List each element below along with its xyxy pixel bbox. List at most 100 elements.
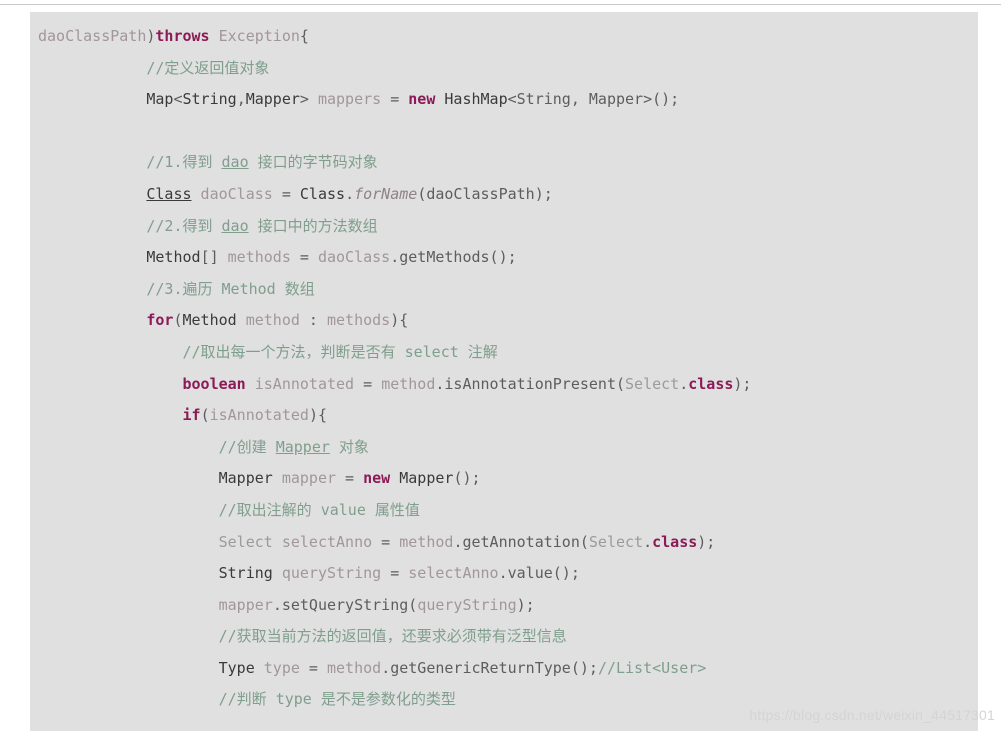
code-line: //3.遍历 Method 数组 xyxy=(30,274,978,306)
code-token: { xyxy=(299,27,309,45)
code-token: queryString xyxy=(417,595,517,614)
code-token: .getGenericReturnType(); xyxy=(381,658,598,677)
code-line: //创建 Mapper 对象 xyxy=(30,432,978,464)
code-token: dao xyxy=(221,216,249,235)
code-token: //取出注解的 value 属性值 xyxy=(218,500,420,519)
code-token: //1.得到 xyxy=(146,153,222,172)
code-token: . xyxy=(345,184,355,203)
code-token: <String, Mapper>(); xyxy=(507,90,680,109)
code-token: forName xyxy=(354,184,418,203)
code-token: Type xyxy=(218,658,255,677)
code-token: //获取当前方法的返回值，还要求必须带有泛型信息 xyxy=(218,627,567,646)
code-token: //取出每一个方法，判断是否有 select 注解 xyxy=(182,342,498,361)
code-token: .getMethods(); xyxy=(390,248,517,267)
code-token: ); xyxy=(516,595,535,614)
code-token: ( xyxy=(173,311,183,330)
code-token: ( xyxy=(200,406,210,425)
top-divider xyxy=(0,4,1001,5)
code-token: = xyxy=(299,658,327,677)
code-token: , xyxy=(236,90,246,109)
code-line: //2.得到 dao 接口中的方法数组 xyxy=(30,211,978,243)
code-token: String xyxy=(218,564,273,583)
code-token: Map xyxy=(146,90,174,109)
code-line: Method[] methods = daoClass.getMethods()… xyxy=(30,242,978,274)
code-token: HashMap xyxy=(435,90,508,109)
code-token: [] xyxy=(200,248,228,267)
code-token: = xyxy=(354,374,382,393)
code-token: ); xyxy=(733,374,752,393)
code-line: //取出每一个方法，判断是否有 select 注解 xyxy=(30,337,978,369)
code-token: //3.遍历 Method 数组 xyxy=(146,279,315,298)
code-line: String queryString = selectAnno.value(); xyxy=(30,558,978,590)
code-token: = xyxy=(381,90,409,109)
code-line: Select selectAnno = method.getAnnotation… xyxy=(30,527,978,559)
code-token: : xyxy=(299,311,327,330)
code-token: ); xyxy=(697,532,716,551)
code-token: 对象 xyxy=(329,437,369,456)
code-block[interactable]: daoClassPath)throws Exception{ //定义返回值对象… xyxy=(30,12,978,731)
code-token: mapper xyxy=(272,469,337,488)
code-token: daoClassPath xyxy=(38,27,147,45)
code-token: Method xyxy=(146,248,201,267)
code-token: 接口的字节码对象 xyxy=(248,153,378,172)
code-token: Exception xyxy=(218,27,300,45)
code-token: = xyxy=(272,184,300,203)
code-token: selectAnno xyxy=(272,532,373,551)
code-token: . xyxy=(643,532,653,551)
code-token: new xyxy=(408,90,436,109)
code-token: ){ xyxy=(308,406,327,425)
code-token: = xyxy=(336,469,364,488)
code-line: Mapper mapper = new Mapper(); xyxy=(30,463,978,495)
code-token: mapper xyxy=(218,595,273,614)
code-line: //获取当前方法的返回值，还要求必须带有泛型信息 xyxy=(30,621,978,653)
code-line: for(Method method : methods){ xyxy=(30,305,978,337)
code-token: .setQueryString( xyxy=(272,595,418,614)
code-token: Mapper xyxy=(275,437,330,456)
code-token: = xyxy=(372,532,400,551)
code-token: .getAnnotation( xyxy=(453,532,589,551)
code-token: daoClass xyxy=(317,248,391,267)
code-line: Class daoClass = Class.forName(daoClassP… xyxy=(30,179,978,211)
code-token: 接口中的方法数组 xyxy=(248,216,378,235)
code-token: Method xyxy=(182,311,237,330)
code-token: ){ xyxy=(390,311,409,330)
code-token: //定义返回值对象 xyxy=(146,58,270,77)
code-token: = xyxy=(290,248,318,267)
code-screenshot-page: daoClassPath)throws Exception{ //定义返回值对象… xyxy=(0,0,1001,731)
code-token: //2.得到 xyxy=(146,216,222,235)
code-token: method xyxy=(399,532,454,551)
code-line: mapper.setQueryString(queryString); xyxy=(30,590,978,622)
code-token: .value(); xyxy=(498,564,580,583)
code-token: (daoClassPath); xyxy=(417,184,553,203)
code-token: //List<User> xyxy=(597,658,707,677)
code-token: (); xyxy=(453,469,481,488)
code-token: //判断 type 是不是参数化的类型 xyxy=(218,690,456,709)
code-token: = xyxy=(381,564,409,583)
code-token: Mapper xyxy=(245,90,300,109)
code-line: //1.得到 dao 接口的字节码对象 xyxy=(30,147,978,179)
code-token: method xyxy=(381,374,436,393)
code-token: throws xyxy=(155,27,210,45)
code-token: .isAnnotationPresent( xyxy=(435,374,626,393)
